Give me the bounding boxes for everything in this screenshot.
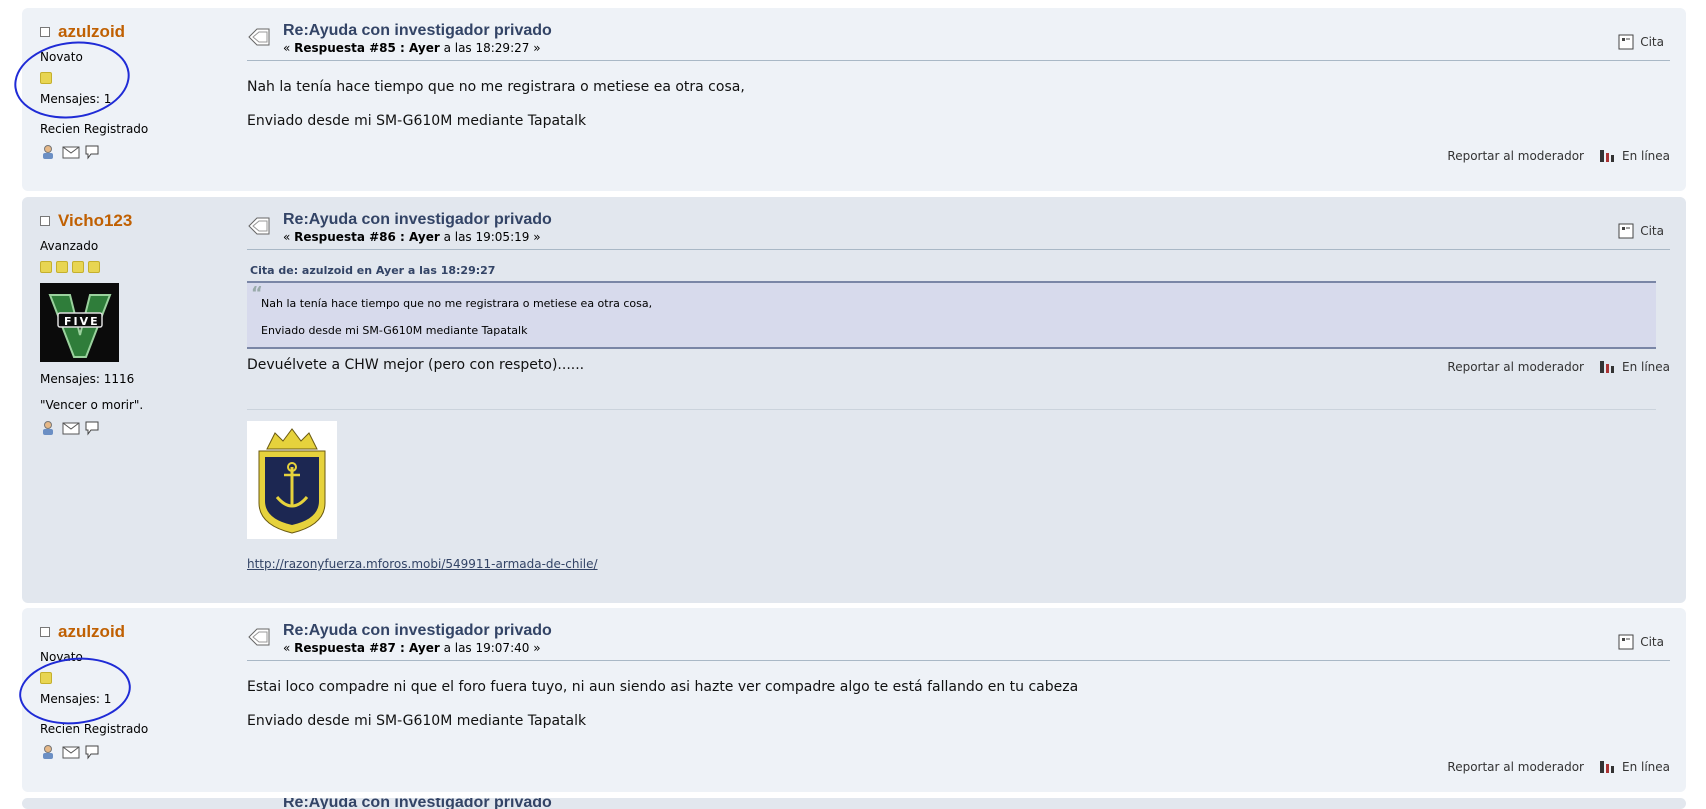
quote-icon xyxy=(1618,34,1634,50)
online-icon xyxy=(1599,761,1614,773)
post-content: Re:Ayuda con investigador privado « Resp… xyxy=(247,620,1670,729)
select-checkbox[interactable] xyxy=(40,627,50,637)
email-icon[interactable] xyxy=(62,420,80,436)
user-rank: Avanzado xyxy=(40,239,99,253)
post-footer: Reportar al moderador En línea xyxy=(1447,149,1670,163)
signature-divider xyxy=(247,409,1656,410)
post-footer: Reportar al moderador En línea xyxy=(1447,360,1670,374)
profile-icon[interactable] xyxy=(40,420,56,436)
post-85: azulzoid Novato Mensajes: 1 Recien Regis… xyxy=(22,8,1686,191)
profile-icon[interactable] xyxy=(40,744,56,760)
username-link[interactable]: Vicho123 xyxy=(58,211,132,231)
select-checkbox[interactable] xyxy=(40,27,50,37)
post-title[interactable]: Re:Ayuda con investigador privado xyxy=(283,798,552,809)
post-signature-text: Enviado desde mi SM-G610M mediante Tapat… xyxy=(247,113,587,129)
online-status: En línea xyxy=(1598,360,1670,374)
quote-button[interactable]: Cita xyxy=(1618,634,1664,650)
navy-crest-icon xyxy=(258,428,326,534)
user-title: Recien Registrado xyxy=(40,122,149,136)
email-icon[interactable] xyxy=(62,744,80,760)
avatar-text: FIVE xyxy=(64,315,100,328)
quote-button[interactable]: Cita xyxy=(1618,34,1664,50)
avatar[interactable]: FIVE xyxy=(40,283,119,362)
online-icon xyxy=(1599,150,1614,162)
post-content: Re:Ayuda con investigador privado « Resp… xyxy=(247,20,1670,129)
user-actions xyxy=(40,420,230,436)
email-icon[interactable] xyxy=(62,144,80,160)
star-icon xyxy=(40,261,52,273)
quote-icon xyxy=(1618,223,1634,239)
star-icon xyxy=(88,261,100,273)
post-title[interactable]: Re:Ayuda con investigador privado xyxy=(283,211,552,229)
quote-icon xyxy=(1618,634,1634,650)
reply-number[interactable]: Respuesta #87 : Ayer xyxy=(294,641,440,655)
quote-header[interactable]: Cita de: azulzoid en Ayer a las 18:29:27 xyxy=(247,264,1670,277)
message-count: Mensajes: 1116 xyxy=(40,372,135,386)
star-icon xyxy=(56,261,68,273)
profile-icon[interactable] xyxy=(40,144,56,160)
post-86: Vicho123 Avanzado FIVE Mensajes: 1116 "V… xyxy=(22,197,1686,603)
report-moderator-link[interactable]: Reportar al moderador xyxy=(1447,360,1584,374)
reply-number[interactable]: Respuesta #85 : Ayer xyxy=(294,41,440,55)
post-text: Estai loco compadre ni que el foro fuera… xyxy=(247,679,1079,695)
personal-message-icon[interactable] xyxy=(84,144,100,160)
username-link[interactable]: azulzoid xyxy=(58,22,125,42)
online-status: En línea xyxy=(1598,760,1670,774)
post-87: azulzoid Novato Mensajes: 1 Recien Regis… xyxy=(22,608,1686,792)
topic-icon xyxy=(247,626,273,648)
report-moderator-link[interactable]: Reportar al moderador xyxy=(1447,149,1584,163)
personal-message-icon[interactable] xyxy=(84,420,100,436)
post-meta: « Respuesta #85 : Ayer a las 18:29:27 » xyxy=(283,41,541,55)
topic-icon xyxy=(247,26,273,48)
select-checkbox[interactable] xyxy=(40,216,50,226)
post-title[interactable]: Re:Ayuda con investigador privado xyxy=(283,622,552,640)
user-motto: "Vencer o morir". xyxy=(40,398,144,412)
report-moderator-link[interactable]: Reportar al moderador xyxy=(1447,760,1584,774)
star-icon xyxy=(72,261,84,273)
topic-icon xyxy=(247,215,273,237)
reply-number[interactable]: Respuesta #86 : Ayer xyxy=(294,230,440,244)
quote-button[interactable]: Cita xyxy=(1618,223,1664,239)
quote-line: Nah la tenía hace tiempo que no me regis… xyxy=(261,297,653,310)
post-title[interactable]: Re:Ayuda con investigador privado xyxy=(283,22,552,40)
online-status: En línea xyxy=(1598,149,1670,163)
quote-mark-icon: “ xyxy=(251,283,263,304)
post-meta: « Respuesta #87 : Ayer a las 19:07:40 » xyxy=(283,641,541,655)
signature-link[interactable]: http://razonyfuerza.mforos.mobi/549911-a… xyxy=(247,557,598,571)
post-signature-text: Enviado desde mi SM-G610M mediante Tapat… xyxy=(247,713,587,729)
user-actions xyxy=(40,744,230,760)
personal-message-icon[interactable] xyxy=(84,744,100,760)
post-text: Nah la tenía hace tiempo que no me regis… xyxy=(247,79,745,95)
user-actions xyxy=(40,144,230,160)
signature-badge xyxy=(247,421,337,539)
post-footer: Reportar al moderador En línea xyxy=(1447,760,1670,774)
quote-line: Enviado desde mi SM-G610M mediante Tapat… xyxy=(261,324,528,337)
quote-block: “ Nah la tenía hace tiempo que no me reg… xyxy=(247,281,1656,349)
poster-info: Vicho123 Avanzado FIVE Mensajes: 1116 "V… xyxy=(40,211,230,436)
rank-stars xyxy=(40,261,230,273)
post-content: Re:Ayuda con investigador privado « Resp… xyxy=(247,209,1670,572)
post-meta: « Respuesta #86 : Ayer a las 19:05:19 » xyxy=(283,230,541,244)
username-link[interactable]: azulzoid xyxy=(58,622,125,642)
post-88: Re:Ayuda con investigador privado xyxy=(22,798,1686,809)
online-icon xyxy=(1599,361,1614,373)
